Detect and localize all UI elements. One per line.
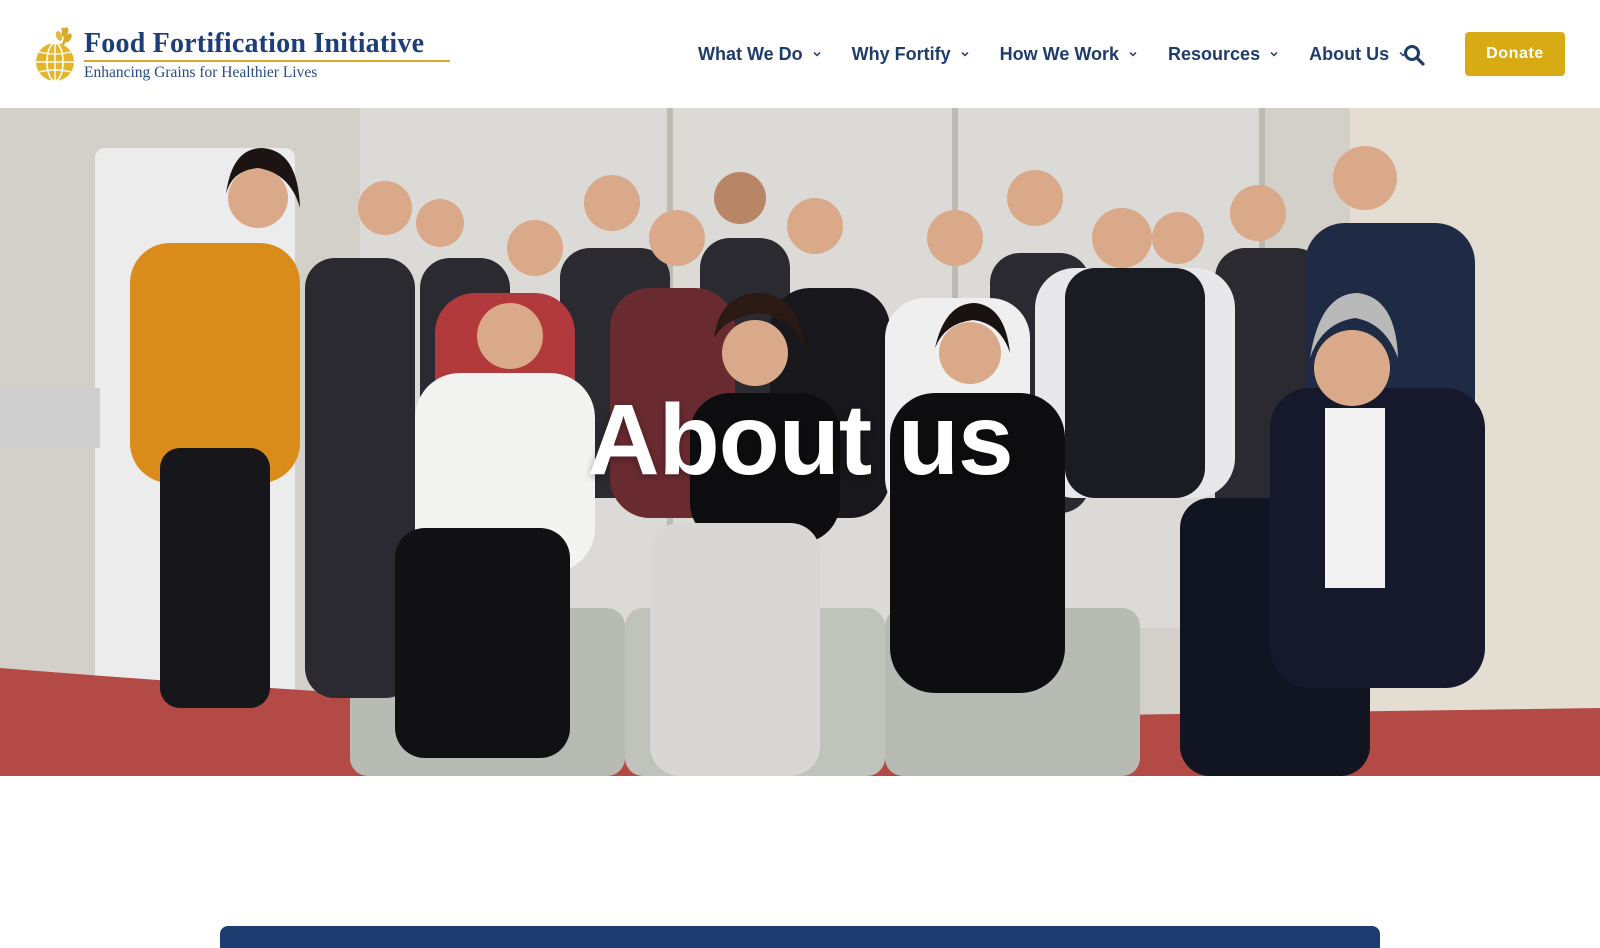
nav-item-label: About Us — [1309, 43, 1390, 64]
chevron-down-icon — [1129, 51, 1137, 57]
nav-item-label: What We Do — [698, 43, 803, 64]
nav-item-label: Resources — [1168, 43, 1261, 64]
nav-item-about-us[interactable]: About Us — [1309, 44, 1408, 65]
chevron-down-icon — [813, 51, 821, 57]
donate-button[interactable]: Donate — [1465, 32, 1565, 76]
page-title: About us — [587, 384, 1013, 496]
content-section-bar — [220, 926, 1380, 948]
nav-item-how-we-work[interactable]: How We Work — [1000, 44, 1138, 65]
site-logo[interactable]: Food Fortification Initiative Enhancing … — [32, 24, 450, 86]
nav-item-resources[interactable]: Resources — [1168, 44, 1279, 65]
hero-banner: About us — [0, 108, 1600, 776]
chevron-down-icon — [1270, 51, 1278, 57]
nav-item-what-we-do[interactable]: What We Do — [698, 44, 822, 65]
nav-item-label: Why Fortify — [851, 43, 951, 64]
nav-item-why-fortify[interactable]: Why Fortify — [852, 44, 970, 65]
site-header: Food Fortification Initiative Enhancing … — [0, 0, 1600, 108]
logo-title: Food Fortification Initiative — [84, 28, 425, 59]
nav-item-label: How We Work — [999, 43, 1120, 64]
search-icon[interactable] — [1403, 44, 1425, 66]
logo-text: Food Fortification Initiative Enhancing … — [84, 29, 450, 81]
chevron-down-icon — [961, 51, 969, 57]
logo-tagline: Enhancing Grains for Healthier Lives — [84, 64, 318, 81]
main-nav: What We Do Why Fortify How We Work Resou… — [698, 0, 1438, 108]
globe-wheat-icon — [36, 27, 74, 82]
logo-divider — [84, 60, 450, 62]
